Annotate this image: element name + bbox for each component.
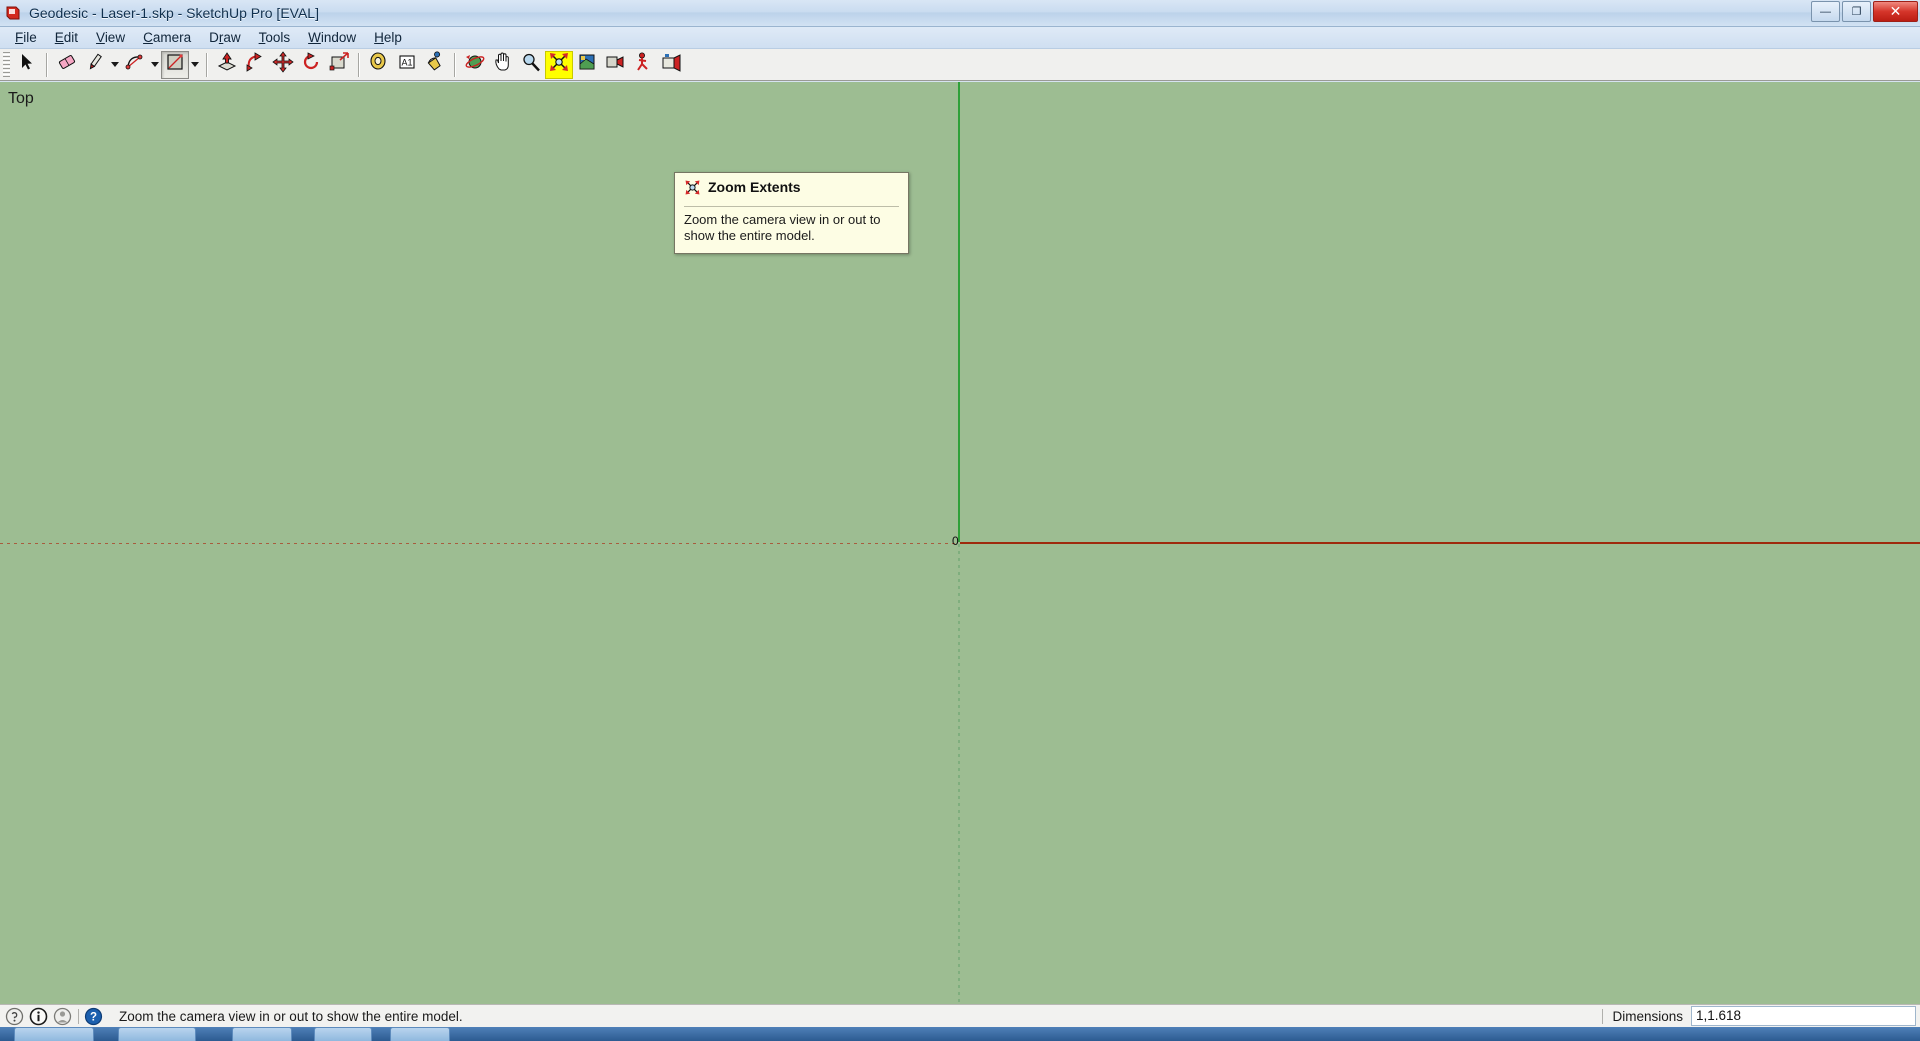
- arrow-cursor-icon: [17, 52, 37, 77]
- tooltip-header: Zoom Extents: [684, 179, 899, 207]
- line-tool-button[interactable]: [81, 51, 109, 79]
- os-taskbar: [0, 1027, 1920, 1041]
- scale-icon: [328, 51, 350, 78]
- text-a1-icon: A1: [396, 51, 418, 78]
- arc-tool-button[interactable]: [121, 51, 149, 79]
- help-circle-icon[interactable]: [5, 1007, 24, 1026]
- rectangle-tool-dropdown[interactable]: [189, 51, 201, 79]
- menu-tools[interactable]: Tools: [250, 28, 300, 47]
- scale-tool-button[interactable]: [325, 51, 353, 79]
- minimize-button[interactable]: —: [1811, 1, 1840, 22]
- menu-file[interactable]: FFileile: [6, 28, 46, 47]
- red-axis-solid: [960, 542, 1920, 544]
- sketchup-icon: [5, 5, 22, 22]
- status-divider: [78, 1008, 79, 1024]
- taskbar-item[interactable]: [390, 1027, 450, 1041]
- origin-label: 0: [952, 534, 959, 548]
- arc-tool-dropdown[interactable]: [149, 51, 161, 79]
- dimensions-input[interactable]: 1,1.618: [1691, 1006, 1916, 1026]
- previous-view-button[interactable]: [573, 51, 601, 79]
- menu-window[interactable]: Window: [299, 28, 365, 47]
- paint-bucket-tool-button[interactable]: [421, 51, 449, 79]
- instructor-help-icon[interactable]: ?: [84, 1007, 103, 1026]
- menu-camera[interactable]: Camera: [134, 28, 200, 47]
- zoom-extents-tooltip: Zoom Extents Zoom the camera view in or …: [674, 172, 909, 254]
- previous-view-icon: [576, 51, 598, 78]
- walk-icon: [632, 51, 654, 78]
- green-axis-solid: [958, 82, 960, 542]
- title-bar: Geodesic - Laser-1.skp - SketchUp Pro [E…: [0, 0, 1920, 27]
- move-tool-button[interactable]: [269, 51, 297, 79]
- menu-view[interactable]: View: [87, 28, 134, 47]
- menu-draw[interactable]: Draw: [200, 28, 250, 47]
- measurements-area: Dimensions 1,1.618: [1598, 1005, 1920, 1027]
- dimensions-label: Dimensions: [1612, 1008, 1683, 1024]
- magnifier-icon: [520, 51, 542, 78]
- position-camera-icon: [604, 51, 626, 78]
- zoom-extents-icon: [684, 179, 701, 201]
- zoom-extents-tool-button[interactable]: [545, 50, 573, 79]
- tape-measure-icon: [368, 51, 390, 78]
- main-toolbar: A1: [0, 49, 1920, 81]
- toolbar-separator: [454, 52, 456, 77]
- menu-edit[interactable]: Edit: [46, 28, 87, 47]
- pan-tool-button[interactable]: [489, 51, 517, 79]
- push-pull-tool-button[interactable]: [213, 51, 241, 79]
- text-tool-button[interactable]: A1: [393, 51, 421, 79]
- push-pull-icon: [216, 51, 238, 78]
- toolbar-grip[interactable]: [3, 51, 10, 78]
- rectangle-icon: [164, 51, 186, 78]
- close-button[interactable]: ✕: [1873, 1, 1918, 22]
- svg-text:?: ?: [90, 1011, 97, 1023]
- window-controls: — ❐ ✕: [1811, 1, 1918, 22]
- tooltip-title: Zoom Extents: [708, 179, 801, 195]
- orbit-tool-button[interactable]: [461, 51, 489, 79]
- rotate-tool-button[interactable]: [297, 51, 325, 79]
- view-name-label: Top: [8, 90, 34, 107]
- taskbar-start-button[interactable]: [14, 1027, 94, 1041]
- rotate-icon: [300, 51, 322, 78]
- taskbar-item[interactable]: [314, 1027, 372, 1041]
- select-tool-button[interactable]: [13, 51, 41, 79]
- follow-me-icon: [244, 51, 266, 78]
- svg-text:A1: A1: [401, 58, 412, 68]
- taskbar-item[interactable]: [232, 1027, 292, 1041]
- maximize-button[interactable]: ❐: [1842, 1, 1871, 22]
- info-circle-icon[interactable]: [29, 1007, 48, 1026]
- green-axis-dashed: [958, 544, 960, 1004]
- walk-tool-button[interactable]: [629, 51, 657, 79]
- zoom-tool-button[interactable]: [517, 51, 545, 79]
- arc-icon: [124, 51, 146, 78]
- eraser-tool-button[interactable]: [53, 51, 81, 79]
- orbit-icon: [464, 51, 486, 78]
- tape-measure-tool-button[interactable]: [365, 51, 393, 79]
- taskbar-item[interactable]: [118, 1027, 196, 1041]
- follow-me-tool-button[interactable]: [241, 51, 269, 79]
- toolbar-separator: [206, 52, 208, 77]
- hand-icon: [492, 51, 514, 78]
- line-tool-dropdown[interactable]: [109, 51, 121, 79]
- red-axis-dashed: [0, 543, 958, 544]
- rectangle-tool-button[interactable]: [161, 50, 189, 79]
- eraser-icon: [56, 51, 78, 78]
- look-around-icon: [660, 51, 682, 78]
- toolbar-separator: [46, 52, 48, 77]
- position-camera-button[interactable]: [601, 51, 629, 79]
- menu-bar: FFileile Edit View Camera Draw Tools Win…: [0, 27, 1920, 49]
- toolbar-separator: [358, 52, 360, 77]
- person-circle-icon[interactable]: [53, 1007, 72, 1026]
- look-around-tool-button[interactable]: [657, 51, 685, 79]
- status-bar: ? Zoom the camera view in or out to show…: [0, 1004, 1920, 1027]
- window-title: Geodesic - Laser-1.skp - SketchUp Pro [E…: [29, 5, 319, 21]
- tooltip-body: Zoom the camera view in or out to show t…: [684, 212, 881, 243]
- zoom-extents-icon: [548, 51, 570, 78]
- move-icon: [272, 51, 294, 78]
- dimensions-divider: [1602, 1008, 1604, 1024]
- menu-help[interactable]: Help: [365, 28, 411, 47]
- paint-bucket-icon: [424, 51, 446, 78]
- pencil-icon: [84, 51, 106, 78]
- model-viewport[interactable]: Top 0 Zoom Extents Zoom the camera view …: [0, 82, 1920, 1004]
- status-message: Zoom the camera view in or out to show t…: [119, 1008, 463, 1024]
